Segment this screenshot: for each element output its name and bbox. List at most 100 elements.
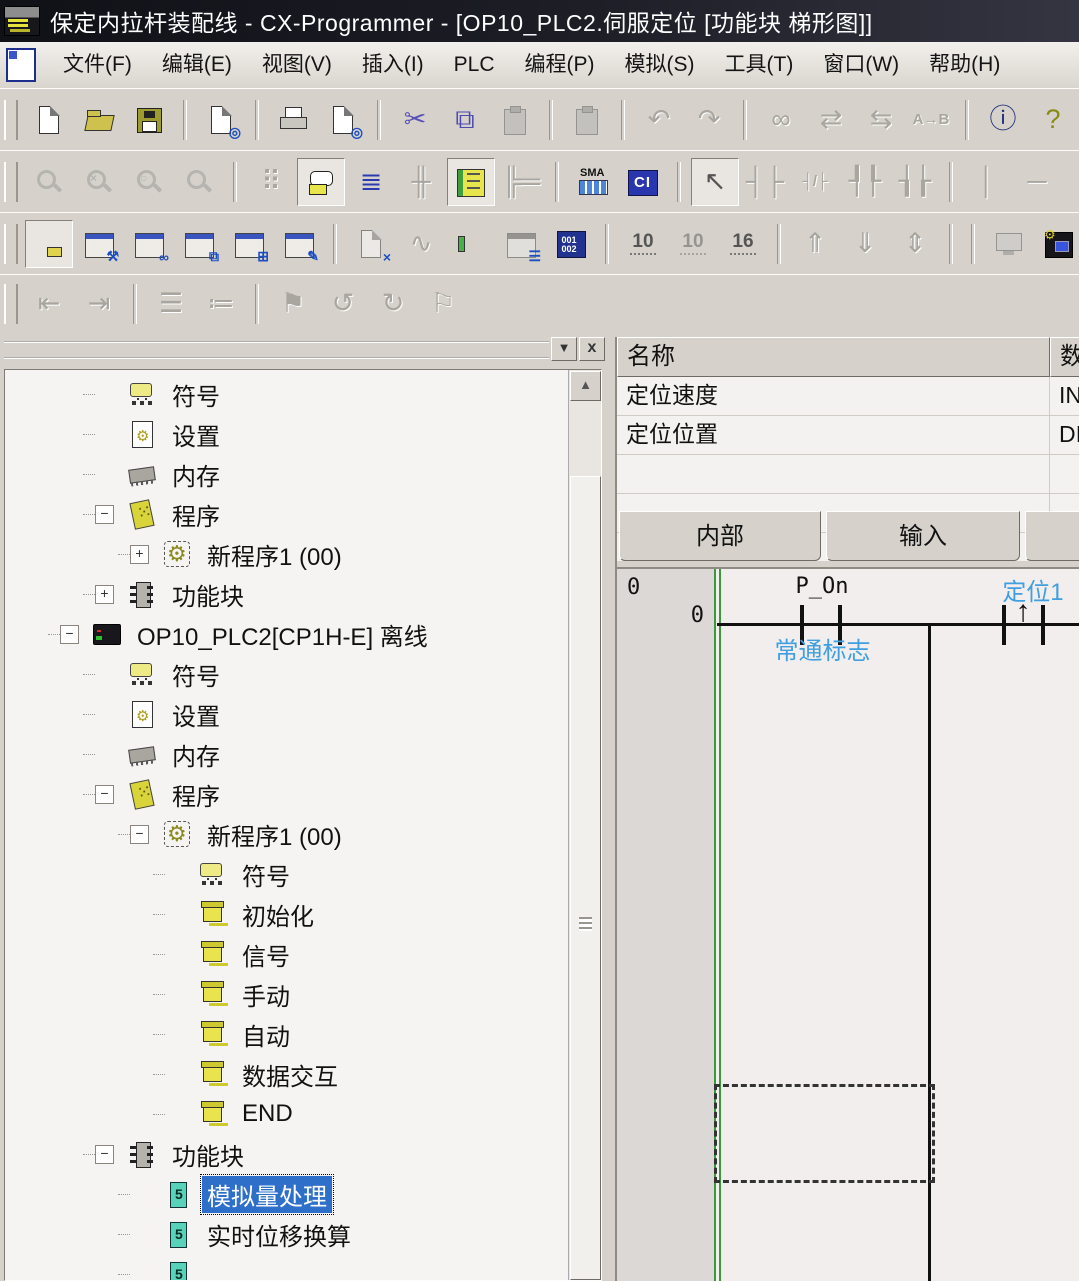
tree-expander[interactable]: + — [95, 585, 114, 604]
tree-item-label[interactable]: 功能块 — [167, 576, 249, 613]
help-button[interactable]: ? — [1029, 96, 1077, 144]
menu-file[interactable]: 文件(F) — [48, 45, 147, 85]
scroll-up-button[interactable]: ▲ — [570, 371, 601, 401]
tree-item[interactable]: ·内存 — [5, 734, 567, 774]
panel-gripper[interactable] — [4, 341, 549, 359]
workspace-toggle-button[interactable] — [25, 220, 73, 268]
table-row[interactable]: 定位速度INT — [617, 377, 1079, 416]
tree-item-label[interactable]: 新程序1 (00) — [202, 816, 347, 853]
tree-expander[interactable]: + — [130, 545, 149, 564]
tree-item-label[interactable]: 新程序1 (00) — [202, 536, 347, 573]
tree-item-label[interactable]: 符号 — [167, 656, 225, 693]
open-button[interactable] — [75, 96, 123, 144]
tree-item[interactable]: ·自动 — [5, 1014, 567, 1054]
tree-item[interactable]: · — [5, 1254, 567, 1280]
tree-expander[interactable]: − — [130, 825, 149, 844]
copy-button[interactable]: ⧉ — [441, 96, 489, 144]
tree-item[interactable]: ·符号 — [5, 654, 567, 694]
find-in-project-button[interactable]: ◎ — [197, 96, 245, 144]
comment-toggle-button[interactable] — [297, 158, 345, 206]
tree-item-label[interactable]: 自动 — [237, 1016, 295, 1053]
properties-button[interactable]: ✎ — [275, 220, 323, 268]
about-button[interactable]: ⓘ — [979, 96, 1027, 144]
ci-view-button[interactable] — [619, 158, 667, 206]
menu-simulation[interactable]: 模拟(S) — [610, 45, 710, 85]
tree-item-label[interactable]: 符号 — [237, 856, 295, 893]
document-window-icon[interactable] — [6, 48, 36, 82]
tree-scrollbar[interactable]: ▲ — [568, 370, 601, 1280]
tree-item[interactable]: ·手动 — [5, 974, 567, 1014]
tree-item-label[interactable]: 数据交互 — [237, 1056, 343, 1093]
tree-item-label[interactable]: 信号 — [237, 936, 295, 973]
panel-dropdown-button[interactable]: ▼ — [551, 337, 577, 361]
tree-item-label[interactable]: 内存 — [167, 456, 225, 493]
tree-item-label[interactable]: 设置 — [167, 696, 225, 733]
tree-item-label[interactable]: 设置 — [167, 416, 225, 453]
tree-item-label[interactable]: 初始化 — [237, 896, 319, 933]
tab-internal[interactable]: 内部 — [619, 511, 821, 561]
tree-item[interactable]: ·模拟量处理 — [5, 1174, 567, 1214]
table-row[interactable]: 定位位置DINT — [617, 416, 1079, 455]
menu-window[interactable]: 窗口(W) — [808, 45, 914, 85]
tree-item[interactable]: ·符号 — [5, 374, 567, 414]
binary-view-button[interactable] — [547, 220, 595, 268]
tree-item-label[interactable]: 内存 — [167, 736, 225, 773]
tree-item[interactable]: ·实时位移换算 — [5, 1214, 567, 1254]
tab-input[interactable]: 输入 — [826, 511, 1020, 561]
tree-item[interactable]: ·设置 — [5, 694, 567, 734]
sma-view-button[interactable] — [569, 158, 617, 206]
rung-annotation-button[interactable] — [447, 158, 495, 206]
monitor-list-button[interactable]: ≣ — [347, 158, 395, 206]
print-button[interactable] — [269, 96, 317, 144]
menu-help[interactable]: 帮助(H) — [914, 45, 1015, 85]
menu-plc[interactable]: PLC — [439, 45, 510, 85]
tree-item[interactable]: − 新程序1 (00) — [5, 814, 567, 854]
tree-item[interactable]: ·信号 — [5, 934, 567, 974]
tb1-grip[interactable] — [4, 100, 18, 140]
tab-partial[interactable] — [1025, 511, 1079, 561]
tree-item-label[interactable]: 符号 — [167, 376, 225, 413]
tree-item-label[interactable]: 程序 — [167, 496, 225, 533]
tree-item[interactable]: −功能块 — [5, 1134, 567, 1174]
tree-item-label[interactable]: 功能块 — [167, 1136, 249, 1173]
new-button[interactable] — [25, 96, 73, 144]
tree-item-label[interactable]: 实时位移换算 — [202, 1216, 356, 1253]
menu-tools[interactable]: 工具(T) — [710, 45, 809, 85]
tree-item-label[interactable]: END — [237, 1099, 298, 1129]
tree-expander[interactable]: − — [60, 625, 79, 644]
output-window-button[interactable]: ⚒ — [75, 220, 123, 268]
tree-item[interactable]: + 新程序1 (00) — [5, 534, 567, 574]
panel-close-button[interactable]: x — [579, 337, 605, 361]
print-preview-button[interactable]: ◎ — [319, 96, 367, 144]
work-online-simulator-button[interactable] — [1035, 220, 1079, 268]
select-mode-button[interactable]: ↖ — [691, 158, 739, 206]
decimal-view-button[interactable]: 10 — [619, 220, 667, 268]
tree-item-label[interactable] — [202, 1273, 212, 1275]
watch-window-button[interactable]: ∞ — [125, 220, 173, 268]
cross-reference-button[interactable]: ⧉ — [175, 220, 223, 268]
menu-edit[interactable]: 编辑(E) — [147, 45, 247, 85]
tree-item-label[interactable]: 程序 — [167, 776, 225, 813]
io-table-window-button[interactable] — [447, 220, 495, 268]
tree-item-label[interactable]: 手动 — [237, 976, 295, 1013]
cut-button[interactable]: ✂ — [391, 96, 439, 144]
tree-item[interactable]: − 程序 — [5, 494, 567, 534]
menu-insert[interactable]: 插入(I) — [347, 45, 439, 85]
tree-item[interactable]: − OP10_PLC2[CP1H-E] 离线 — [5, 614, 567, 654]
tb3-grip[interactable] — [4, 224, 18, 264]
save-button[interactable] — [125, 96, 173, 144]
tree-item[interactable]: ·END — [5, 1094, 567, 1134]
tree-item[interactable]: + 功能块 — [5, 574, 567, 614]
scrollbar-thumb[interactable] — [570, 476, 601, 1280]
tb4-grip[interactable] — [4, 284, 18, 324]
tree-item[interactable]: ·设置 — [5, 414, 567, 454]
tree-item-label[interactable]: OP10_PLC2[CP1H-E] 离线 — [132, 616, 433, 653]
hex-view-button[interactable]: 16 — [719, 220, 767, 268]
tree-expander[interactable]: − — [95, 505, 114, 524]
tree-item-label[interactable]: 模拟量处理 — [202, 1176, 332, 1213]
tree-item[interactable]: −程序 — [5, 774, 567, 814]
tb2-grip[interactable] — [4, 162, 18, 202]
tree-item[interactable]: ·内存 — [5, 454, 567, 494]
menu-programming[interactable]: 编程(P) — [510, 45, 610, 85]
menu-view[interactable]: 视图(V) — [247, 45, 347, 85]
